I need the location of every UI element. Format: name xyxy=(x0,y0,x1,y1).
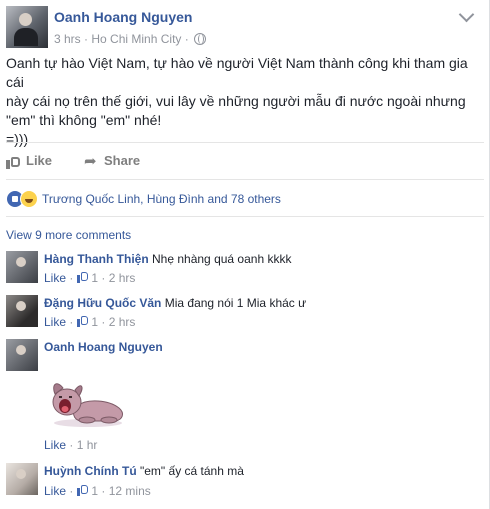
comment-meta: Like · 1 · 2 hrs xyxy=(44,271,136,285)
share-label: Share xyxy=(104,153,141,168)
commenter-name[interactable]: Oanh Hoang Nguyen xyxy=(44,340,163,354)
thumbs-up-icon xyxy=(77,484,89,496)
commenter-avatar[interactable] xyxy=(6,295,38,327)
comment-text: Nhẹ nhàng quá oanh kkkk xyxy=(152,252,292,266)
comment-meta: Like · 1 · 12 mins xyxy=(44,484,151,498)
comment-like-link[interactable]: Like xyxy=(44,315,66,329)
comment-like-link[interactable]: Like xyxy=(44,438,66,452)
comment-like-link[interactable]: Like xyxy=(44,271,66,285)
commenter-name[interactable]: Huỳnh Chính Tú xyxy=(44,464,137,478)
comment: Huỳnh Chính Tú "em" ấy cá tánh mà Like ·… xyxy=(6,463,481,503)
author-avatar[interactable] xyxy=(6,6,48,48)
thumbs-up-icon xyxy=(6,155,22,169)
meta-separator-2: · xyxy=(184,31,189,46)
post-meta: 3 hrs · Ho Chi Minh City · xyxy=(54,31,207,46)
dog-sticker[interactable] xyxy=(47,376,129,428)
share-icon xyxy=(84,152,100,170)
divider xyxy=(6,179,484,180)
commenter-avatar[interactable] xyxy=(6,339,38,371)
author-name[interactable]: Oanh Hoang Nguyen xyxy=(54,9,192,25)
divider xyxy=(6,142,484,143)
thumbs-up-icon xyxy=(77,271,89,283)
chevron-down-icon[interactable] xyxy=(458,6,475,23)
comment-text: Mia đang nói 1 Mia khác ư xyxy=(164,296,307,310)
comment: Hàng Thanh Thiện Nhẹ nhàng quá oanh kkkk… xyxy=(6,251,481,291)
post-text: Oanh tự hào Việt Nam, tự hào về người Vi… xyxy=(6,55,468,147)
comment-body: Đặng Hữu Quốc Văn Mia đang nói 1 Mia khá… xyxy=(44,295,306,311)
comment: Đặng Hữu Quốc Văn Mia đang nói 1 Mia khá… xyxy=(6,295,481,335)
comment-meta: Like · 1 hr xyxy=(44,438,98,452)
comment-time[interactable]: 12 mins xyxy=(109,484,151,498)
commenter-name[interactable]: Hàng Thanh Thiện xyxy=(44,252,149,266)
commenter-avatar[interactable] xyxy=(6,251,38,283)
comment-time[interactable]: 1 hr xyxy=(77,438,98,452)
post-location[interactable]: Ho Chi Minh City xyxy=(91,32,181,46)
view-more-comments-link[interactable]: View 9 more comments xyxy=(6,228,131,242)
comment-time[interactable]: 2 hrs xyxy=(109,315,136,329)
share-button[interactable]: Share xyxy=(84,152,141,170)
like-label: Like xyxy=(26,153,53,168)
comment-body: Hàng Thanh Thiện Nhẹ nhàng quá oanh kkkk xyxy=(44,251,291,267)
post-header: Oanh Hoang Nguyen 3 hrs · Ho Chi Minh Ci… xyxy=(6,6,476,48)
reactions-summary[interactable]: Trương Quốc Linh, Hùng Đình and 78 other… xyxy=(6,190,281,208)
commenter-name[interactable]: Đặng Hữu Quốc Văn xyxy=(44,296,161,310)
meta-separator: · xyxy=(84,31,89,46)
comment-like-count[interactable]: 1 xyxy=(91,484,98,498)
comment-meta: Like · 1 · 2 hrs xyxy=(44,315,136,329)
commenter-avatar[interactable] xyxy=(6,463,38,495)
divider xyxy=(6,216,484,217)
comment-body: Huỳnh Chính Tú "em" ấy cá tánh mà xyxy=(44,463,244,479)
post-time[interactable]: 3 hrs xyxy=(54,32,81,46)
comment-text: "em" ấy cá tánh mà xyxy=(140,464,244,478)
comment-like-count[interactable]: 1 xyxy=(91,315,98,329)
reaction-haha-icon xyxy=(20,190,38,208)
comment-body: Oanh Hoang Nguyen xyxy=(44,339,163,355)
comment-like-count[interactable]: 1 xyxy=(91,271,98,285)
like-button[interactable]: Like xyxy=(6,153,52,169)
comment-like-link[interactable]: Like xyxy=(44,484,66,498)
globe-icon[interactable] xyxy=(194,32,207,45)
thumbs-up-icon xyxy=(77,315,89,327)
comment-time[interactable]: 2 hrs xyxy=(109,271,136,285)
reactions-text: Trương Quốc Linh, Hùng Đình and 78 other… xyxy=(42,192,281,206)
